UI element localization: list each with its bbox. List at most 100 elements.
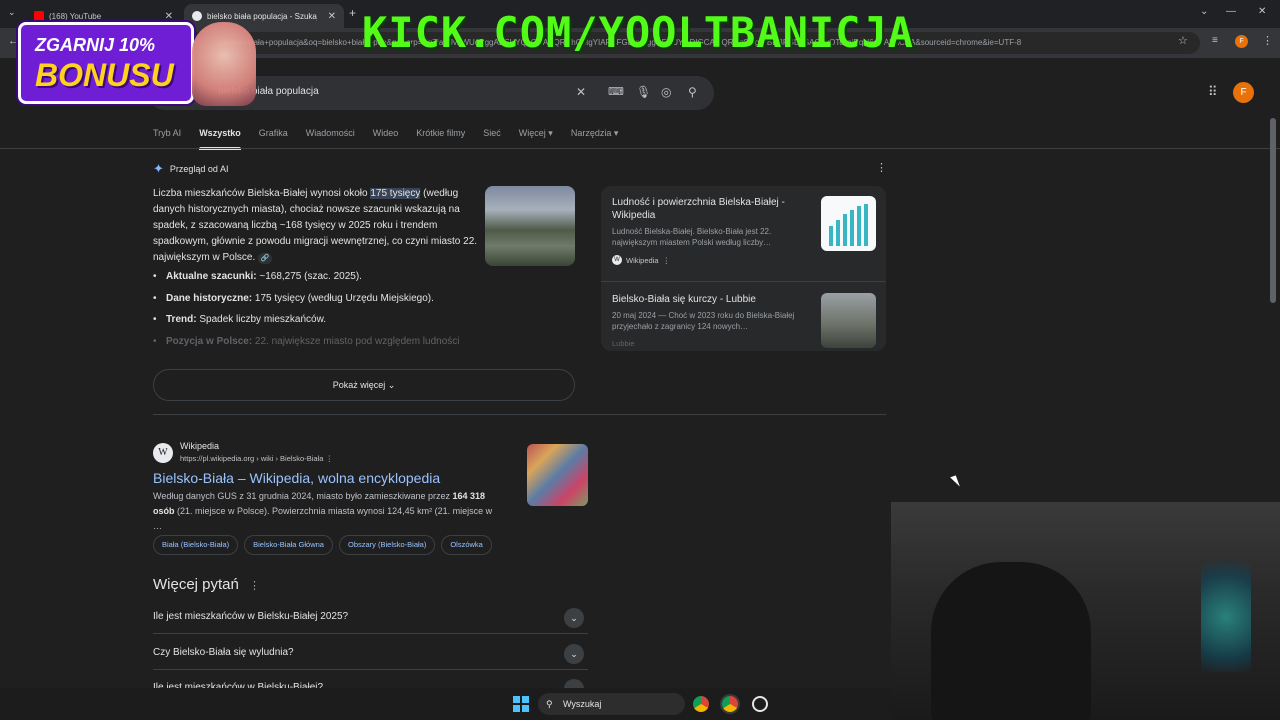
- chrome-active-icon[interactable]: [722, 696, 738, 712]
- close-icon[interactable]: ✕: [328, 11, 336, 22]
- tab-wszystko[interactable]: Wszystko: [199, 128, 241, 150]
- question-text: Czy Bielsko-Biała się wyludnia?: [153, 647, 294, 658]
- app-icon[interactable]: [752, 696, 768, 712]
- bullet-text: 22. największe miasto pod względem ludno…: [252, 335, 460, 347]
- tab-wiadomosci[interactable]: Wiadomości: [306, 128, 355, 139]
- chevron-down-icon[interactable]: ⌄: [564, 644, 584, 664]
- city-thumbnail[interactable]: [485, 186, 575, 266]
- question-item[interactable]: Czy Bielsko-Biała się wyludnia? ⌄: [153, 644, 588, 664]
- list-item: Pozycja w Polsce: 22. największe miasto …: [153, 336, 493, 358]
- tab-narzedzia[interactable]: Narzędzia ▾: [571, 128, 619, 139]
- tab-siec[interactable]: Sieć: [483, 128, 501, 139]
- show-more-label: Pokaż więcej: [332, 380, 386, 390]
- bullet-text: 175 tysięcy (według Urzędu Miejskiego).: [252, 292, 434, 304]
- tab-search-icon[interactable]: ⌄: [1200, 6, 1208, 17]
- list-item: Dane historyczne: 175 tysięcy (według Ur…: [153, 293, 493, 315]
- list-item: Trend: Spadek liczby mieszkańców.: [153, 314, 493, 336]
- list-item: Aktualne szacunki: ~168,275 (szac. 2025)…: [153, 271, 493, 293]
- tab-wideo[interactable]: Wideo: [373, 128, 399, 139]
- chip[interactable]: Bielsko-Biała Główna: [244, 535, 333, 555]
- close-window-icon[interactable]: ✕: [1258, 6, 1266, 17]
- related-chips: Biała (Bielsko-Biała) Bielsko-Biała Głów…: [153, 535, 492, 555]
- profile-avatar[interactable]: F: [1235, 35, 1248, 48]
- show-more-button[interactable]: Pokaż więcej ⌄: [153, 369, 575, 401]
- chip[interactable]: Obszary (Bielsko-Biała): [338, 535, 436, 555]
- more-questions-heading: Więcej pytań ⋮: [153, 576, 260, 593]
- city-thumbnail[interactable]: [821, 293, 876, 348]
- chart-thumbnail[interactable]: [821, 196, 876, 251]
- result-thumbnail[interactable]: [527, 444, 588, 506]
- bonus-mascot: [192, 22, 256, 106]
- chip[interactable]: Olszówka: [441, 535, 492, 555]
- source-title[interactable]: Bielsko-Biała się kurczy - Lubbie: [612, 293, 812, 306]
- new-tab-button[interactable]: +: [349, 6, 356, 20]
- bullet-label: Trend:: [166, 314, 197, 325]
- windows-start-icon[interactable]: [513, 696, 529, 712]
- more-icon[interactable]: ⋮: [249, 580, 260, 592]
- chip[interactable]: Biała (Bielsko-Biała): [153, 535, 239, 555]
- snippet-text: (21. miejsce w Polsce). Powierzchnia mia…: [153, 506, 493, 531]
- tab-label: (168) YouTube: [49, 11, 102, 21]
- source-name: Wikipedia: [626, 255, 659, 265]
- bar-chart-icon: [829, 204, 868, 246]
- close-icon[interactable]: ✕: [165, 11, 173, 22]
- menu-kebab-icon[interactable]: ⋮: [1262, 34, 1273, 47]
- result-site-name[interactable]: Wikipedia: [180, 441, 219, 451]
- more-icon[interactable]: ⋮: [325, 454, 333, 463]
- kick-url-banner: KICK.COM/YOOLTBANICJA: [362, 8, 915, 57]
- microphone-icon[interactable]: 🎙: [636, 85, 651, 99]
- reading-list-icon[interactable]: ≡: [1212, 35, 1218, 46]
- divider: [153, 414, 886, 415]
- ai-text-part: (według danych historycznych miasta), ch…: [153, 188, 478, 263]
- wikipedia-icon: W: [153, 443, 173, 463]
- source-item[interactable]: Ludność i powierzchnia Bielska-Białej - …: [612, 196, 812, 265]
- apps-grid-icon[interactable]: ⠿: [1208, 84, 1218, 100]
- source-label: Lubbie: [612, 339, 812, 348]
- scrollbar[interactable]: [1270, 118, 1276, 303]
- result-snippet: Według danych GUS z 31 grudnia 2024, mia…: [153, 489, 503, 534]
- chevron-down-icon[interactable]: ⌄: [564, 608, 584, 628]
- keyboard-icon[interactable]: ⌨: [608, 85, 624, 98]
- bonus-line2: BONUSU: [35, 57, 174, 93]
- tab-tryb-ai[interactable]: Tryb AI: [153, 128, 181, 139]
- tab-grafika[interactable]: Grafika: [259, 128, 288, 139]
- source-snippet: Ludność Bielska-Białej. Bielsko-Biała je…: [612, 227, 772, 247]
- more-icon[interactable]: ⋮: [663, 256, 671, 265]
- taskbar-search[interactable]: ⚲ Wyszukaj: [538, 693, 685, 715]
- source-item[interactable]: Bielsko-Biała się kurczy - Lubbie 20 maj…: [612, 293, 812, 348]
- ai-text-part: Liczba mieszkańców Bielska-Białej wynosi…: [153, 188, 371, 199]
- chrome-icon[interactable]: [693, 696, 709, 712]
- tab-wiecej[interactable]: Więcej ▾: [519, 128, 553, 139]
- result-title-link[interactable]: Bielsko-Biała – Wikipedia, wolna encyklo…: [153, 470, 440, 486]
- wikipedia-icon: W: [612, 255, 622, 265]
- clear-icon[interactable]: ✕: [576, 85, 586, 99]
- question-item[interactable]: Ile jest mieszkańców w Bielsku-Białej 20…: [153, 608, 588, 628]
- source-name: Lubbie: [612, 339, 635, 348]
- bookmark-star-icon[interactable]: ☆: [1178, 34, 1188, 47]
- divider: [153, 669, 588, 670]
- tab-search-menu-icon[interactable]: ⌄: [8, 7, 16, 18]
- divider: [153, 633, 588, 634]
- source-title[interactable]: Ludność i powierzchnia Bielska-Białej - …: [612, 196, 812, 222]
- chevron-down-icon: ⌄: [387, 380, 396, 390]
- source-label: W Wikipedia ⋮: [612, 255, 812, 265]
- ai-overview-text: Liczba mieszkańców Bielska-Białej wynosi…: [153, 186, 478, 266]
- divider: [601, 281, 886, 282]
- more-questions-title: Więcej pytań: [153, 576, 239, 593]
- minimize-icon[interactable]: —: [1226, 6, 1236, 17]
- streamer-silhouette: [931, 562, 1091, 720]
- result-url[interactable]: https://pl.wikipedia.org › wiki › Bielsk…: [180, 454, 333, 463]
- bullet-text: ~168,275 (szac. 2025).: [256, 271, 362, 282]
- link-icon[interactable]: 🔗: [258, 253, 273, 264]
- bonus-line1: ZGARNIJ 10%: [35, 35, 156, 55]
- ai-overview-menu-icon[interactable]: ⋮: [876, 161, 887, 174]
- taskbar-search-label: Wyszukaj: [563, 699, 602, 709]
- account-avatar[interactable]: F: [1233, 82, 1254, 103]
- lens-icon[interactable]: ◎: [661, 85, 671, 99]
- tab-krotkie-filmy[interactable]: Krótkie filmy: [416, 128, 465, 139]
- search-icon[interactable]: ⚲: [688, 85, 697, 99]
- ai-overview-bullets: Aktualne szacunki: ~168,275 (szac. 2025)…: [153, 271, 493, 357]
- question-text: Ile jest mieszkańców w Bielsku-Białej 20…: [153, 611, 349, 622]
- search-tabs: Tryb AI Wszystko Grafika Wiadomości Wide…: [153, 128, 636, 150]
- bullet-label: Aktualne szacunki:: [166, 271, 257, 282]
